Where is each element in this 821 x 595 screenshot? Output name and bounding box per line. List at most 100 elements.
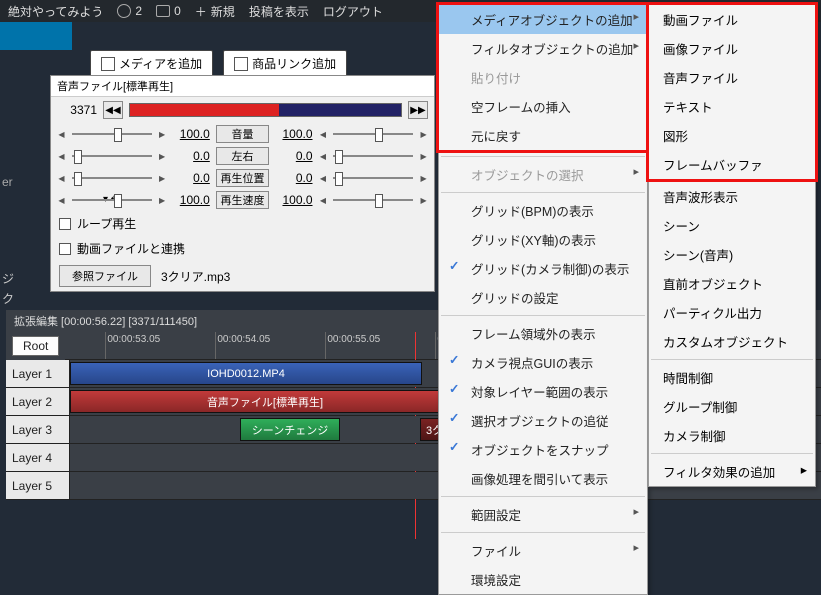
seek-fwd-button[interactable]: ▶▶ [408,101,428,119]
submenu-prev-object[interactable]: 直前オブジェクト [649,269,815,298]
layer-label[interactable]: Layer 1 [6,360,70,387]
timeline-clip[interactable]: IOHD0012.MP4 [70,362,422,385]
slider-left[interactable] [72,127,152,141]
slider-left[interactable] [72,171,152,185]
tri-right-icon[interactable]: ▶ [158,152,167,161]
admin-view-post[interactable]: 投稿を表示 [249,3,309,20]
seek-position: 3371 [57,103,97,117]
submenu-audio-file[interactable]: 音声ファイル [649,63,815,92]
tri-left-icon[interactable]: ◀ [57,174,66,183]
menu-frame-outside[interactable]: フレーム領域外の表示 [439,319,647,348]
tri-right-icon[interactable]: ▶ [419,196,428,205]
param-row-0: ◀ ▶ 100.0 音量 100.0 ◀ ▶ [51,123,434,145]
slider-left[interactable] [72,149,152,163]
tri-left-icon[interactable]: ◀ [319,174,328,183]
slider-right[interactable] [333,127,413,141]
menu-grid-xy[interactable]: グリッド(XY軸)の表示 [439,225,647,254]
slider-right[interactable] [333,149,413,163]
admin-logout[interactable]: ログアウト [323,3,383,20]
submenu-custom-object[interactable]: カスタムオブジェクト [649,327,815,356]
menu-env-settings[interactable]: 環境設定 [439,565,647,594]
tri-right-icon[interactable]: ▶ [158,196,167,205]
submenu-scene-audio[interactable]: シーン(音声) [649,240,815,269]
menu-snap-object[interactable]: オブジェクトをスナップ [439,435,647,464]
slider-left[interactable] [72,193,152,207]
tri-left-icon[interactable]: ◀ [57,152,66,161]
menu-thin-image[interactable]: 画像処理を間引いて表示 [439,464,647,493]
admin-new[interactable]: ＋ 新規 [195,3,235,20]
menu-sep [441,532,645,533]
tri-right-icon[interactable]: ▶ [158,174,167,183]
menu-select-object[interactable]: オブジェクトの選択 [439,160,647,189]
submenu-video-file[interactable]: 動画ファイル [649,5,815,34]
tri-left-icon[interactable]: ◀ [319,196,328,205]
submenu-group-control[interactable]: グループ制御 [649,392,815,421]
param-button[interactable]: 音量 [216,125,269,143]
add-link-button[interactable]: 商品リンク追加 [223,50,347,77]
value-left[interactable]: 100.0 [173,127,210,141]
menu-grid-camera[interactable]: グリッド(カメラ制御)の表示 [439,254,647,283]
admin-refresh[interactable]: 2 [117,4,142,18]
sync-checkbox[interactable] [59,243,71,255]
tri-left-icon[interactable]: ◀ [57,130,66,139]
refresh-count: 2 [135,4,142,18]
menu-insert-empty-frame[interactable]: 空フレームの挿入 [439,92,647,121]
submenu-shape[interactable]: 図形 [649,121,815,150]
slider-right[interactable] [333,171,413,185]
menu-file[interactable]: ファイル [439,536,647,565]
tri-right-icon[interactable]: ▶ [419,130,428,139]
menu-camera-gui[interactable]: カメラ視点GUIの表示 [439,348,647,377]
tri-right-icon[interactable]: ▶ [158,130,167,139]
tri-left-icon[interactable]: ◀ [57,196,66,205]
param-button[interactable]: 左右 [216,147,269,165]
submenu-text[interactable]: テキスト [649,92,815,121]
value-right[interactable]: 0.0 [275,171,312,185]
submenu-camera-control[interactable]: カメラ制御 [649,421,815,450]
timeline-clip[interactable]: 音声ファイル[標準再生] [70,390,460,413]
param-button[interactable]: 再生位置 [216,169,269,187]
layer-label[interactable]: Layer 3 [6,416,70,443]
menu-add-filter-object[interactable]: フィルタオブジェクトの追加 [439,34,647,63]
menu-undo[interactable]: 元に戻す [439,121,647,150]
value-left[interactable]: 0.0 [173,149,210,163]
ruler-label: 00:00:54.05 [217,334,270,345]
value-left[interactable]: 0.0 [173,171,210,185]
menu-add-media-object[interactable]: メディアオブジェクトの追加 [439,5,647,34]
menu-range-settings[interactable]: 範囲設定 [439,500,647,529]
menu-layer-range[interactable]: 対象レイヤー範囲の表示 [439,377,647,406]
tri-left-icon[interactable]: ◀ [319,152,328,161]
seek-back-button[interactable]: ◀◀ [103,101,123,119]
loop-checkbox[interactable] [59,218,71,230]
admin-try[interactable]: 絶対やってみよう [8,3,103,20]
tri-left-icon[interactable]: ◀ [319,130,328,139]
context-menu-media: 動画ファイル 画像ファイル 音声ファイル テキスト 図形 フレームバッファ 音声… [648,4,816,487]
submenu-image-file[interactable]: 画像ファイル [649,34,815,63]
value-right[interactable]: 100.0 [275,193,312,207]
add-media-button[interactable]: メディアを追加 [90,50,213,77]
submenu-add-filter-effect[interactable]: フィルタ効果の追加▸ [649,457,815,486]
layer-label[interactable]: Layer 2 [6,388,70,415]
admin-comments[interactable]: 0 [156,4,181,18]
seek-bar[interactable] [129,103,402,117]
param-button[interactable]: 再生速度 [216,191,269,209]
reference-file-button[interactable]: 参照ファイル [59,265,151,287]
submenu-waveform[interactable]: 音声波形表示 [649,182,815,211]
slider-right[interactable] [333,193,413,207]
menu-follow-selection[interactable]: 選択オブジェクトの追従 [439,406,647,435]
menu-grid-settings[interactable]: グリッドの設定 [439,283,647,312]
value-left[interactable]: 100.0 [173,193,210,207]
submenu-time-control[interactable]: 時間制御 [649,363,815,392]
timeline-clip[interactable]: シーンチェンジ [240,418,340,441]
menu-grid-bpm[interactable]: グリッド(BPM)の表示 [439,196,647,225]
layer-label[interactable]: Layer 5 [6,472,70,499]
tri-right-icon[interactable]: ▶ [419,152,428,161]
value-right[interactable]: 100.0 [275,127,312,141]
submenu-scene[interactable]: シーン [649,211,815,240]
root-button[interactable]: Root [12,336,59,356]
value-right[interactable]: 0.0 [275,149,312,163]
layer-label[interactable]: Layer 4 [6,444,70,471]
submenu-particle[interactable]: パーティクル出力 [649,298,815,327]
submenu-framebuffer[interactable]: フレームバッファ [649,150,815,179]
menu-paste[interactable]: 貼り付け [439,63,647,92]
tri-right-icon[interactable]: ▶ [419,174,428,183]
